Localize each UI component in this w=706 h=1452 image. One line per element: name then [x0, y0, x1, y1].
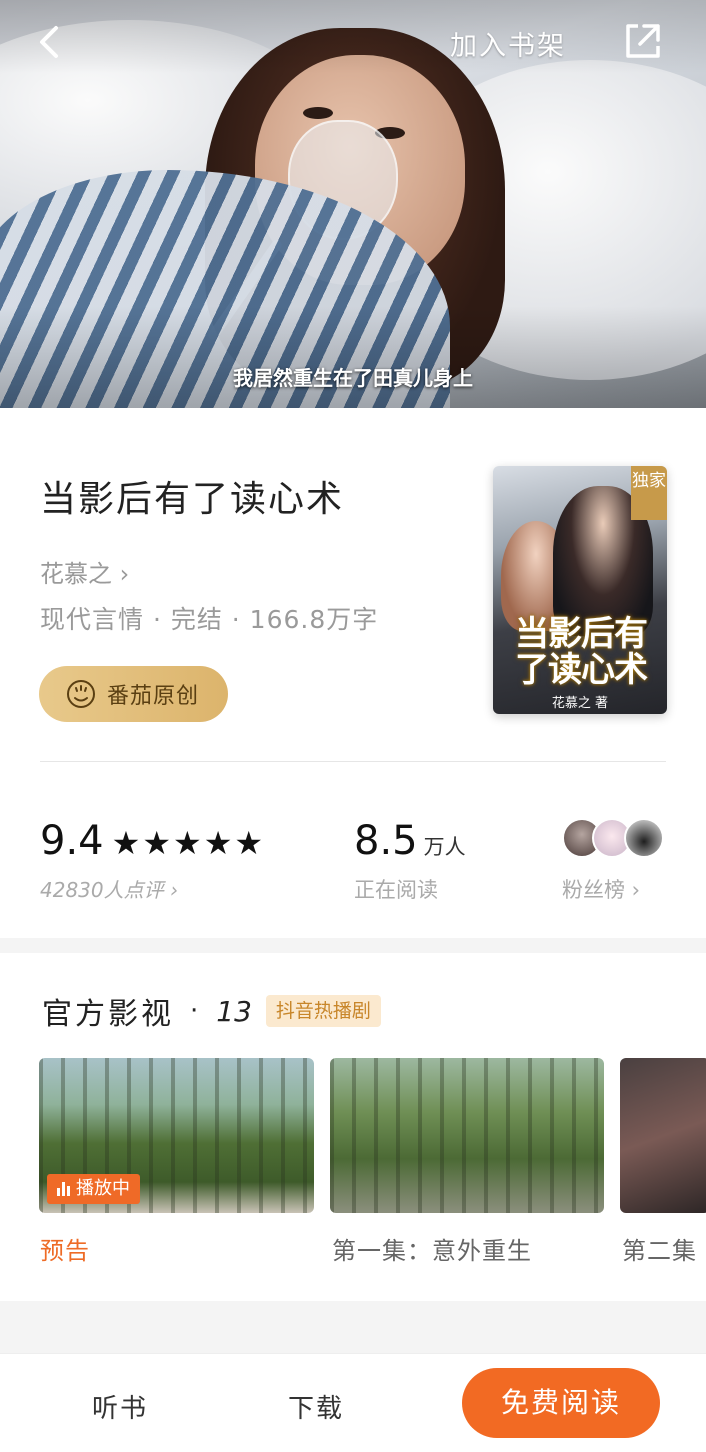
origin-badge-label: 番茄原创: [107, 684, 200, 709]
book-cover[interactable]: 独家 当影后有 了读心术 花慕之 著: [493, 466, 667, 714]
readers-label: 正在阅读: [354, 878, 438, 902]
back-button[interactable]: [30, 22, 70, 62]
origin-badge[interactable]: 番茄原创: [39, 666, 228, 722]
episode-count: 13: [216, 994, 252, 1028]
top-bar: 加入书架: [0, 0, 706, 84]
fan-avatars[interactable]: [562, 818, 672, 862]
free-read-button[interactable]: 免费阅读: [462, 1368, 660, 1438]
section-title: 官方影视: [42, 997, 174, 1032]
rating-count-link[interactable]: 42830人点评 ›: [40, 874, 178, 903]
equalizer-icon: [57, 1182, 70, 1196]
video-thumbnail[interactable]: [330, 1058, 604, 1213]
add-to-shelf-button[interactable]: 加入书架: [450, 24, 566, 62]
listen-button[interactable]: 听书: [92, 1388, 148, 1425]
author-name: 花慕之: [40, 560, 112, 588]
video-caption[interactable]: 预告: [40, 1231, 90, 1266]
back-arrow-icon: [40, 26, 58, 58]
book-info-card: 当影后有了读心术 花慕之 › 现代言情 · 完结 · 166.8万字 番茄原创 …: [0, 408, 706, 938]
rating-score: 9.4 ★★★★★: [40, 818, 266, 864]
download-button[interactable]: 下载: [288, 1388, 344, 1425]
video-caption[interactable]: 第二集: [622, 1231, 697, 1266]
share-icon: [626, 24, 660, 58]
section-header: 官方影视 · 13 抖音热播剧: [42, 989, 381, 1033]
share-button[interactable]: [622, 20, 664, 62]
bottom-action-bar: 听书 下载 免费阅读: [0, 1353, 706, 1452]
star-rating-icon: ★★★★★: [111, 824, 266, 862]
book-meta: 现代言情 · 完结 · 166.8万字: [40, 605, 379, 634]
fans-ranking-link[interactable]: 粉丝榜 ›: [562, 874, 640, 904]
video-subtitle: 我居然重生在了田真儿身上: [233, 366, 473, 390]
divider: [40, 761, 666, 762]
video-thumbnail[interactable]: 播放中: [39, 1058, 314, 1213]
video-thumbnail[interactable]: [620, 1058, 706, 1213]
author-link[interactable]: 花慕之 ›: [40, 554, 129, 589]
now-playing-badge: 播放中: [47, 1174, 140, 1204]
exclusive-tag: 独家: [631, 466, 667, 520]
chevron-right-icon: ›: [119, 560, 130, 588]
hot-tag: 抖音热播剧: [265, 995, 381, 1027]
official-videos-section: 官方影视 · 13 抖音热播剧 播放中 预告 第一集：意外重生 第二集: [0, 953, 706, 1301]
tomato-icon: [67, 680, 95, 708]
cover-author: 花慕之 著: [551, 696, 609, 711]
book-title: 当影后有了读心术: [40, 479, 345, 520]
readers-count: 8.5 万人: [354, 818, 466, 864]
video-caption[interactable]: 第一集：意外重生: [332, 1231, 532, 1266]
cover-title: 当影后有 了读心术: [515, 614, 648, 690]
avatar: [624, 818, 664, 858]
